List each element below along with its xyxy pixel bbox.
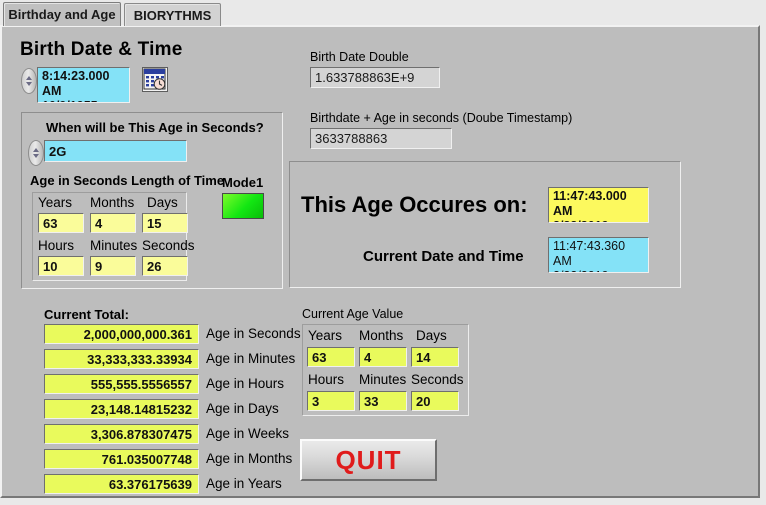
- birth-date-value: 10/9/1955: [42, 99, 125, 102]
- cav-minutes-field[interactable]: 33: [359, 391, 407, 411]
- lot-col-seconds-label: Seconds: [142, 238, 195, 253]
- current-total-value-1: 33,333,333.33934: [44, 349, 199, 369]
- occurs-datetime-field: 11:47:43.000 AM 2/23/2019: [548, 187, 649, 223]
- current-total-label-1: Age in Minutes: [206, 351, 296, 366]
- cav-seconds-field[interactable]: 20: [411, 391, 459, 411]
- current-date-value: 2/23/2019: [553, 269, 644, 272]
- lot-seconds-field[interactable]: 26: [142, 256, 188, 276]
- lot-col-minutes-label: Minutes: [90, 238, 138, 253]
- timestamp-field: 3633788863: [310, 128, 452, 149]
- cav-years-field[interactable]: 63: [307, 347, 355, 367]
- cav-months-field[interactable]: 4: [359, 347, 407, 367]
- length-of-time-title: Age in Seconds Length of Time: [30, 173, 225, 188]
- current-total-value-2: 555,555.5556557: [44, 374, 199, 394]
- cav-col-seconds-label: Seconds: [411, 372, 464, 387]
- current-total-label-4: Age in Weeks: [206, 426, 290, 441]
- cav-col-hours-label: Hours: [308, 372, 345, 387]
- tab-birthday-and-age[interactable]: Birthday and Age: [3, 2, 121, 26]
- lot-col-hours-label: Hours: [38, 238, 75, 253]
- current-total-value-4: 3,306.878307475: [44, 424, 199, 444]
- lot-months-field[interactable]: 4: [90, 213, 136, 233]
- current-total-value-5: 761.035007748: [44, 449, 199, 469]
- tab-strip: Birthday and Age BIORYTHMS: [0, 0, 766, 26]
- timestamp-label: Birthdate + Age in seconds (Doube Timest…: [310, 111, 573, 125]
- current-time-value: 11:47:43.360 AM: [553, 239, 626, 268]
- lot-minutes-field[interactable]: 9: [90, 256, 136, 276]
- lot-col-months-label: Months: [90, 195, 135, 210]
- birth-date-time-heading: Birth Date & Time: [20, 39, 183, 60]
- cav-col-years-label: Years: [308, 328, 343, 343]
- mode1-label: Mode1: [222, 175, 264, 190]
- current-total-label-5: Age in Months: [206, 451, 293, 466]
- current-total-label-2: Age in Hours: [206, 376, 285, 391]
- occurs-time-value: 11:47:43.000 AM: [553, 189, 627, 218]
- cav-col-months-label: Months: [359, 328, 404, 343]
- calendar-clock-icon[interactable]: [142, 67, 168, 92]
- current-total-label-3: Age in Days: [206, 401, 279, 416]
- lot-hours-field[interactable]: 10: [38, 256, 84, 276]
- current-total-value-3: 23,148.14815232: [44, 399, 199, 419]
- lot-days-field[interactable]: 15: [142, 213, 188, 233]
- birth-time-value: 8:14:23.000 AM: [42, 69, 110, 98]
- occurs-heading: This Age Occures on:: [301, 192, 528, 217]
- cav-col-days-label: Days: [416, 328, 447, 343]
- birth-date-double-label: Birth Date Double: [310, 50, 409, 64]
- tab-biorythms[interactable]: BIORYTHMS: [124, 3, 221, 26]
- current-datetime-field: 11:47:43.360 AM 2/23/2019: [548, 237, 649, 273]
- birth-date-double-field: 1.633788863E+9: [310, 67, 440, 88]
- occurs-date-value: 2/23/2019: [553, 219, 644, 222]
- cav-hours-field[interactable]: 3: [307, 391, 355, 411]
- birth-datetime-field[interactable]: 8:14:23.000 AM 10/9/1955: [37, 67, 130, 103]
- lot-col-years-label: Years: [38, 195, 73, 210]
- age-query-spinner[interactable]: [28, 140, 44, 166]
- main-panel: Birth Date & Time 8:14:23.000 AM 10/9/19…: [0, 25, 760, 498]
- lot-years-field[interactable]: 63: [38, 213, 84, 233]
- quit-button[interactable]: QUIT: [300, 439, 437, 481]
- birth-date-spinner[interactable]: [21, 68, 37, 94]
- lot-col-days-label: Days: [147, 195, 178, 210]
- current-datetime-label: Current Date and Time: [363, 248, 524, 265]
- cav-days-field[interactable]: 14: [411, 347, 459, 367]
- cav-col-minutes-label: Minutes: [359, 372, 407, 387]
- age-query-title: When will be This Age in Seconds?: [46, 120, 264, 135]
- current-total-value-0: 2,000,000,000.361: [44, 324, 199, 344]
- current-age-title: Current Age Value: [302, 307, 404, 321]
- current-total-label-6: Age in Years: [206, 476, 282, 491]
- age-query-field[interactable]: 2G: [44, 140, 187, 162]
- mode1-led-indicator[interactable]: [222, 193, 264, 219]
- current-total-value-6: 63.376175639: [44, 474, 199, 494]
- current-total-title: Current Total:: [44, 307, 129, 322]
- current-total-label-0: Age in Seconds: [206, 326, 301, 341]
